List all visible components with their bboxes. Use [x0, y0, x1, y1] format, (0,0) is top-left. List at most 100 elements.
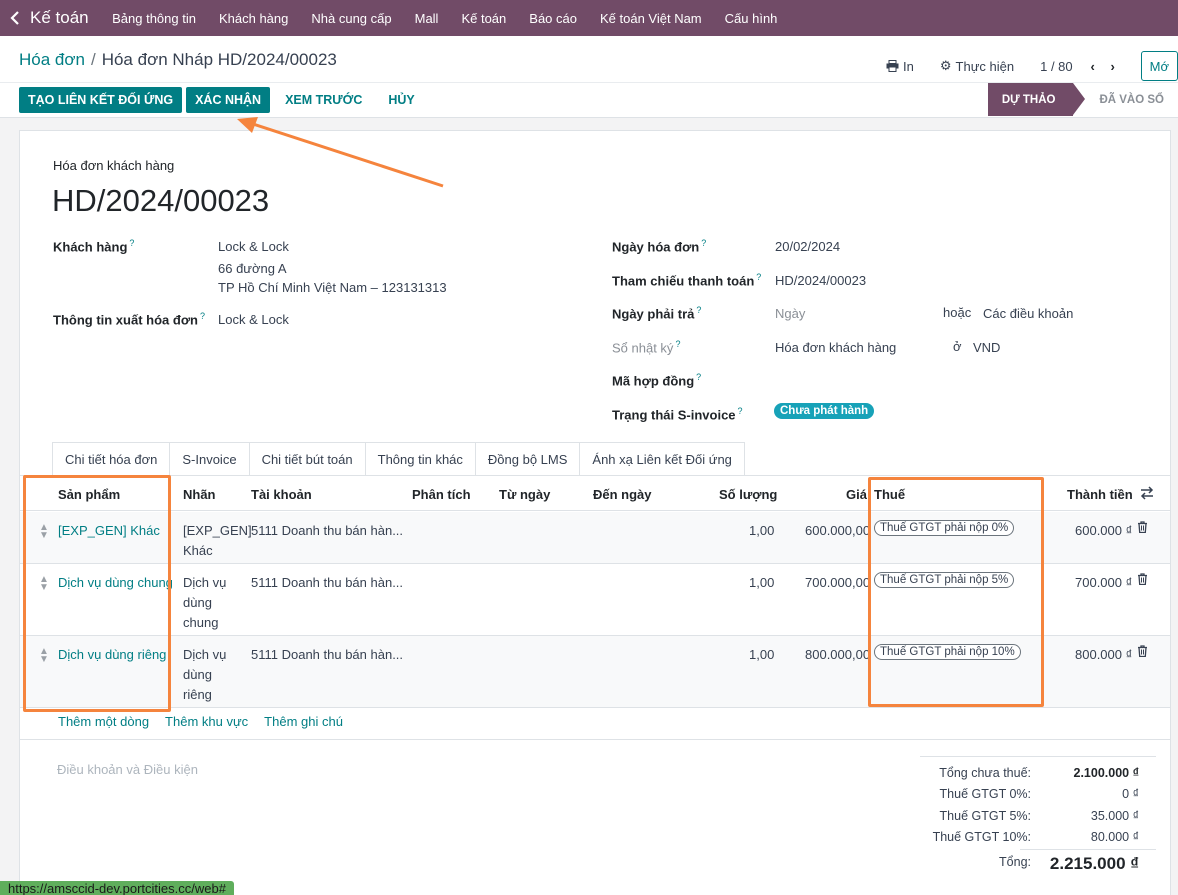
due-date-field[interactable]: Ngày: [775, 306, 805, 321]
customer-street: 66 đường A: [218, 261, 287, 276]
menu-mall[interactable]: Mall: [403, 11, 450, 26]
create-link-button[interactable]: TẠO LIÊN KẾT ĐỐI ỨNG: [19, 87, 183, 113]
invoice-info-value[interactable]: Lock & Lock: [218, 312, 289, 327]
payment-terms-field[interactable]: Các điều khoản: [983, 306, 1073, 321]
menu-reports[interactable]: Báo cáo: [518, 11, 589, 26]
payment-ref-label: Tham chiếu thanh toán?: [612, 272, 762, 289]
tab-link-mapping[interactable]: Ánh xạ Liên kết Đối ứng: [579, 442, 745, 476]
tax-column-highlight: [868, 477, 1044, 707]
cancel-button[interactable]: HỦY: [377, 87, 425, 113]
tax5-row: Thuế GTGT 5%: 35.000 ₫: [920, 809, 1156, 829]
menu-vendors[interactable]: Nhà cung cấp: [300, 11, 403, 26]
col-from-date[interactable]: Từ ngày: [499, 487, 550, 502]
pager-previous-icon[interactable]: ‹: [1083, 59, 1103, 74]
action-button[interactable]: ⚙ Thực hiện: [940, 58, 1014, 74]
contract-label: Mã hợp đồng?: [612, 372, 702, 389]
invoice-date-field[interactable]: 20/02/2024: [775, 239, 840, 254]
row-label[interactable]: [EXP_GEN] Khác: [183, 521, 252, 561]
col-price[interactable]: Giá: [846, 487, 867, 502]
totals-summary: Tổng chưa thuế: 2.100.000 ₫ Thuế GTGT 0%…: [920, 756, 1156, 873]
terms-field[interactable]: Điều khoản và Điều kiện: [57, 762, 198, 777]
help-icon[interactable]: ?: [696, 372, 701, 382]
or-label: hoặc: [943, 305, 972, 320]
help-icon[interactable]: ?: [200, 311, 205, 321]
row-price[interactable]: 600.000,00: [805, 521, 870, 541]
col-quantity[interactable]: Số lượng: [719, 487, 777, 502]
row-quantity[interactable]: 1,00: [749, 521, 774, 541]
tab-journal-items[interactable]: Chi tiết bút toán: [248, 442, 365, 476]
tab-s-invoice[interactable]: S-Invoice: [169, 442, 249, 476]
row-price[interactable]: 800.000,00: [805, 645, 870, 665]
currency-field[interactable]: VND: [973, 340, 1000, 355]
preview-button[interactable]: XEM TRƯỚC: [274, 87, 373, 113]
row-price[interactable]: 700.000,00: [805, 573, 870, 593]
row-account[interactable]: 5111 Doanh thu bán hàn...: [251, 645, 403, 665]
action-label: Thực hiện: [955, 58, 1015, 74]
trash-icon[interactable]: [1137, 645, 1148, 660]
new-button[interactable]: Mớ: [1140, 51, 1178, 81]
row-label[interactable]: Dịch vụ dùng chung: [183, 573, 226, 633]
status-draft[interactable]: DỰ THẢO: [987, 83, 1086, 116]
add-line-links: Thêm một dòng Thêm khu vực Thêm ghi chú: [58, 714, 343, 729]
customer-label: Khách hàng?: [53, 238, 135, 255]
trash-icon[interactable]: [1137, 521, 1148, 536]
customer-city: TP Hồ Chí Minh Việt Nam – 123131313: [218, 280, 447, 295]
help-icon[interactable]: ?: [756, 272, 761, 282]
grand-total-row: Tổng: 2.215.000 ₫: [920, 854, 1156, 878]
trash-icon[interactable]: [1137, 573, 1148, 588]
col-to-date[interactable]: Đến ngày: [593, 487, 652, 502]
help-icon[interactable]: ?: [701, 238, 706, 248]
tab-invoice-lines[interactable]: Chi tiết hóa đơn: [52, 442, 170, 476]
col-account[interactable]: Tài khoản: [251, 487, 312, 502]
add-line-link[interactable]: Thêm một dòng: [58, 714, 149, 729]
app-name[interactable]: Kế toán: [30, 8, 89, 28]
help-icon[interactable]: ?: [675, 339, 680, 349]
customer-name[interactable]: Lock & Lock: [218, 239, 289, 254]
notebook-tabs: Chi tiết hóa đơn S-Invoice Chi tiết bút …: [52, 442, 745, 476]
row-label[interactable]: Dịch vụ dùng riêng: [183, 645, 226, 705]
menu-vietnam-accounting[interactable]: Kế toán Việt Nam: [588, 11, 713, 26]
tab-lms-sync[interactable]: Đồng bộ LMS: [474, 442, 580, 476]
breadcrumb-invoices-link[interactable]: Hóa đơn: [19, 50, 85, 69]
control-panel: Hóa đơn / Hóa đơn Nháp HD/2024/00023 In ⚙ …: [0, 36, 1178, 118]
top-navbar: Kế toán Bảng thông tin Khách hàng Nhà cu…: [0, 0, 1178, 36]
col-subtotal[interactable]: Thành tiền: [1067, 487, 1133, 502]
invoice-date-label: Ngày hóa đơn?: [612, 238, 707, 255]
confirm-button[interactable]: XÁC NHẬN: [186, 87, 271, 113]
row-subtotal: 600.000 ₫: [1075, 523, 1133, 538]
tab-other-info[interactable]: Thông tin khác: [364, 442, 475, 476]
row-account[interactable]: 5111 Doanh thu bán hàn...: [251, 521, 403, 541]
total-value: 2.215.000 ₫: [1049, 854, 1139, 873]
document-number: HD/2024/00023: [52, 183, 270, 218]
row-quantity[interactable]: 1,00: [749, 645, 774, 665]
untaxed-label: Tổng chưa thuế:: [939, 766, 1031, 780]
menu-dashboard[interactable]: Bảng thông tin: [101, 11, 208, 26]
row-account[interactable]: 5111 Doanh thu bán hàn...: [251, 573, 403, 593]
col-analytic[interactable]: Phân tích: [412, 487, 471, 502]
menu-customers[interactable]: Khách hàng: [207, 11, 299, 26]
add-note-link[interactable]: Thêm ghi chú: [264, 714, 343, 729]
print-button[interactable]: In: [886, 59, 914, 74]
help-icon[interactable]: ?: [696, 305, 701, 315]
menu-configuration[interactable]: Cấu hình: [713, 11, 789, 26]
journal-field[interactable]: Hóa đơn khách hàng: [775, 340, 896, 355]
tax10-label: Thuế GTGT 10%:: [932, 830, 1031, 844]
menu-accounting[interactable]: Kế toán: [450, 11, 518, 26]
tax10-value: 80.000 ₫: [1090, 830, 1139, 844]
row-subtotal: 800.000 ₫: [1075, 647, 1133, 662]
row-quantity[interactable]: 1,00: [749, 573, 774, 593]
help-icon[interactable]: ?: [129, 238, 134, 248]
add-section-link[interactable]: Thêm khu vực: [165, 714, 248, 729]
pager-next-icon[interactable]: ›: [1103, 59, 1123, 74]
pager-value[interactable]: 1 / 80: [1040, 59, 1073, 74]
total-label: Tổng:: [999, 855, 1031, 869]
optional-columns-icon[interactable]: [1140, 486, 1154, 503]
payment-ref-field[interactable]: HD/2024/00023: [775, 273, 866, 288]
journal-label: Sổ nhật ký?: [612, 339, 681, 356]
status-posted[interactable]: ĐÃ VÀO SỔ: [1073, 83, 1178, 116]
sinvoice-status-label: Trạng thái S-invoice?: [612, 406, 743, 423]
breadcrumb-current: Hóa đơn Nháp HD/2024/00023: [101, 50, 337, 69]
help-icon[interactable]: ?: [738, 406, 743, 416]
back-chevron-icon[interactable]: [0, 0, 30, 36]
col-label[interactable]: Nhãn: [183, 487, 216, 502]
